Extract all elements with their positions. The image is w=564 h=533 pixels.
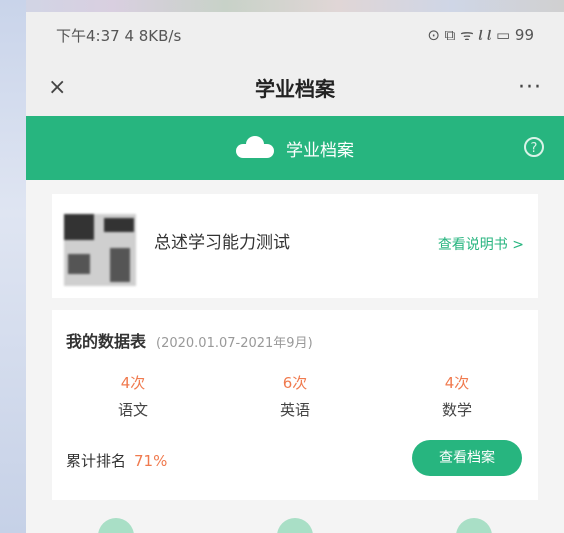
total-rank: 累计排名 71% bbox=[66, 450, 167, 471]
total-label: 累计排名 bbox=[66, 452, 127, 470]
top-bar: × 学业档案 ··· bbox=[26, 58, 564, 116]
background-window-edge bbox=[0, 0, 26, 533]
status-bar: 下午4:37 4 8KB/s ⊙ ⧉ ᯤ 𝒍 𝒍 ▭ 99 bbox=[26, 12, 564, 58]
stat-label: 数学 bbox=[441, 401, 472, 419]
shortcut-icon[interactable] bbox=[276, 518, 313, 533]
qr-code-icon bbox=[64, 214, 136, 286]
status-right: ⊙ ⧉ ᯤ 𝒍 𝒍 ▭ 99 bbox=[427, 26, 534, 44]
shortcut-icon[interactable] bbox=[97, 518, 134, 533]
report-title: 我的数据表 bbox=[66, 332, 147, 351]
more-icon[interactable]: ··· bbox=[512, 75, 542, 100]
report-card: 我的数据表 (2020.01.07-2021年9月) 4次 语文 6次 英语 4次… bbox=[52, 310, 538, 500]
banner-label: 学业档案 bbox=[286, 140, 354, 161]
stat-value: 4次 bbox=[444, 374, 470, 392]
close-icon[interactable]: × bbox=[48, 75, 78, 100]
view-archive-button[interactable]: 查看档案 bbox=[412, 440, 522, 476]
report-subtitle: (2020.01.07-2021年9月) bbox=[156, 336, 313, 351]
stat-item: 6次 英语 bbox=[235, 372, 355, 420]
report-heading: 我的数据表 (2020.01.07-2021年9月) bbox=[66, 328, 313, 352]
stats-row: 4次 语文 6次 英语 4次 数学 bbox=[52, 372, 538, 420]
total-value: 71% bbox=[134, 452, 168, 470]
stat-value: 6次 bbox=[282, 374, 308, 392]
help-icon[interactable]: ? bbox=[524, 137, 544, 157]
status-left: 下午4:37 4 8KB/s bbox=[56, 26, 182, 45]
stat-item: 4次 数学 bbox=[397, 372, 517, 420]
bottom-shortcuts bbox=[26, 518, 564, 533]
mobile-screen: 下午4:37 4 8KB/s ⊙ ⧉ ᯤ 𝒍 𝒍 ▭ 99 × 学业档案 ···… bbox=[26, 12, 564, 533]
shortcut-icon[interactable] bbox=[456, 518, 493, 533]
profile-name: 总述学习能力测试 bbox=[154, 233, 290, 253]
stat-item: 4次 语文 bbox=[73, 372, 193, 420]
stat-label: 英语 bbox=[279, 401, 310, 419]
stat-value: 4次 bbox=[120, 374, 146, 392]
cloud-icon bbox=[236, 136, 274, 158]
view-details-link[interactable]: 查看说明书 > bbox=[438, 234, 524, 254]
profile-card: 总述学习能力测试 查看说明书 > bbox=[52, 194, 538, 298]
stat-label: 语文 bbox=[117, 401, 148, 419]
header-banner: 学业档案 ? bbox=[26, 116, 564, 180]
page-title: 学业档案 bbox=[255, 76, 335, 101]
